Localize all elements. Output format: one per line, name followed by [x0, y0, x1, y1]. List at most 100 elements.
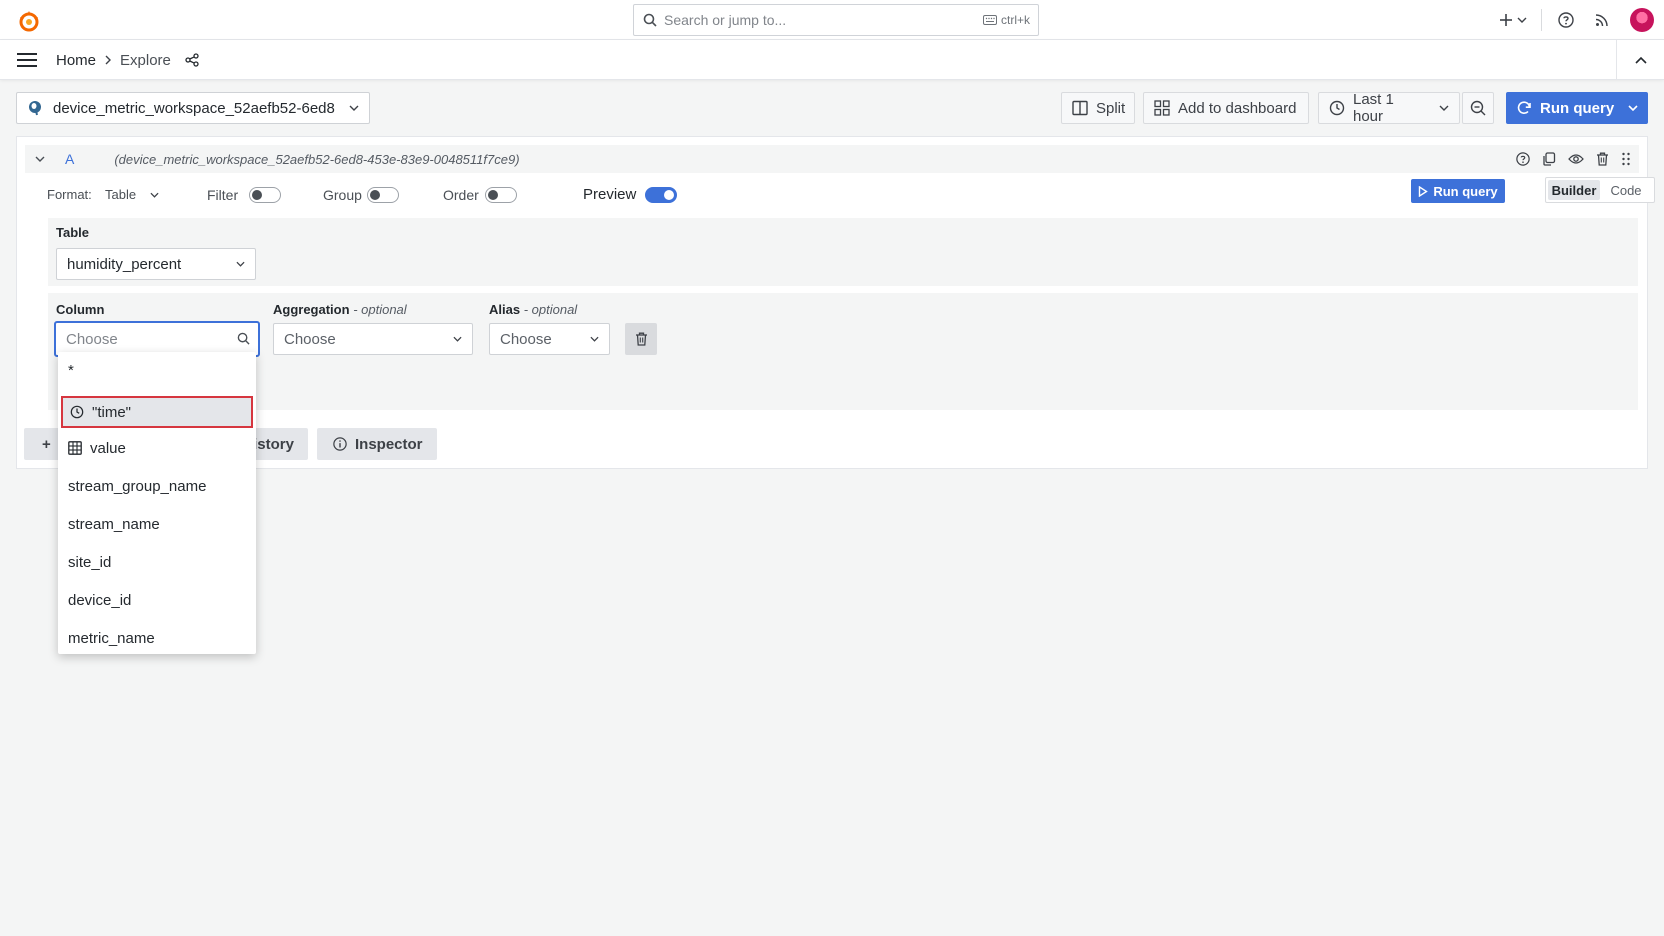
search-input[interactable] [662, 9, 962, 31]
option-label: stream_name [68, 515, 160, 533]
clock-icon [70, 405, 84, 419]
keyboard-shortcut-hint: ctrl+k [982, 13, 1030, 27]
filter-toggle[interactable] [249, 187, 281, 203]
chevron-up-icon [1634, 56, 1647, 64]
help-icon[interactable] [1516, 152, 1530, 166]
add-to-dashboard-button[interactable]: Add to dashboard [1143, 92, 1309, 124]
help-icon [1558, 12, 1574, 28]
option-label: site_id [68, 553, 112, 571]
collapse-query-icon[interactable] [35, 156, 45, 162]
column-option-stream-name[interactable]: stream_name [58, 506, 256, 542]
alias-label: Alias - optional [489, 302, 577, 317]
chevron-down-icon [349, 105, 359, 111]
column-option-site-id[interactable]: site_id [58, 544, 256, 580]
column-search-input[interactable] [64, 329, 224, 349]
option-label: * [68, 361, 74, 379]
option-label: "time" [92, 403, 131, 421]
aggregation-label: Aggregation - optional [273, 302, 407, 317]
run-query-button[interactable]: Run query [1506, 92, 1648, 124]
column-option-device-id[interactable]: device_id [58, 582, 256, 618]
preview-toggle[interactable] [645, 187, 677, 203]
remove-column-button[interactable] [625, 323, 657, 355]
column-option-value[interactable]: value [58, 430, 256, 466]
option-label: metric_name [68, 629, 155, 647]
preview-label: Preview [583, 186, 637, 203]
table-label: Table [56, 225, 89, 240]
trash-icon [635, 332, 648, 346]
column-option-stream-group-name[interactable]: stream_group_name [58, 468, 256, 504]
chevron-down-icon [453, 336, 462, 342]
alias-label-text: Alias [489, 302, 521, 317]
query-options-row: Format: Table Filter Group Order Preview [47, 181, 1647, 209]
alias-placeholder: Choose [500, 330, 552, 348]
share-icon[interactable] [185, 53, 199, 67]
aggregation-optional-text: - optional [353, 302, 407, 317]
query-inspector-button[interactable]: Inspector [317, 428, 437, 460]
duplicate-icon[interactable] [1542, 152, 1556, 166]
split-label: Split [1096, 99, 1126, 117]
alias-select[interactable]: Choose [489, 323, 610, 355]
breadcrumb-home[interactable]: Home [56, 52, 96, 69]
clock-icon [1329, 100, 1345, 116]
query-datasource-name: (device_metric_workspace_52aefb52-6ed8-4… [114, 151, 520, 167]
zoom-out-button[interactable] [1462, 92, 1494, 124]
split-button[interactable]: Split [1061, 92, 1135, 124]
table-select[interactable]: humidity_percent [56, 248, 256, 280]
chevron-down-icon [1517, 17, 1527, 23]
option-label: stream_group_name [68, 477, 207, 495]
aggregation-label-text: Aggregation [273, 302, 350, 317]
order-label: Order [443, 187, 479, 203]
datasource-picker[interactable]: device_metric_workspace_52aefb52-6ed8 [16, 92, 370, 124]
profile-button[interactable] [1620, 0, 1664, 40]
column-option-metric-name[interactable]: metric_name [58, 620, 256, 656]
query-ref-id[interactable]: A [65, 151, 74, 167]
time-range-picker[interactable]: Last 1 hour [1318, 91, 1460, 125]
query-row-header: A (device_metric_workspace_52aefb52-6ed8… [25, 145, 1639, 173]
trash-icon[interactable] [1596, 152, 1609, 166]
help-button[interactable] [1548, 0, 1584, 40]
breadcrumb: Home Explore [56, 40, 199, 80]
divider [1541, 9, 1542, 31]
group-label: Group [323, 187, 362, 203]
shortcut-text: ctrl+k [1000, 13, 1030, 27]
news-button[interactable] [1584, 0, 1620, 40]
plus-icon [1499, 13, 1513, 27]
refresh-icon [1516, 100, 1532, 116]
query-run-button[interactable]: Run query [1411, 179, 1505, 203]
column-dropdown-menu: * "time" value stream_group_name stream_… [58, 352, 256, 654]
table-section: Table humidity_percent [48, 218, 1638, 286]
format-label: Format: [47, 187, 92, 202]
chevron-right-icon [104, 55, 112, 65]
zoom-out-icon [1470, 100, 1486, 116]
aggregation-select[interactable]: Choose [273, 323, 473, 355]
code-mode-button[interactable]: Code [1600, 180, 1652, 200]
eye-icon[interactable] [1568, 153, 1584, 165]
editor-mode-toggle: Builder Code [1545, 177, 1655, 203]
column-section: Column Aggregation - optional Alias - op… [48, 293, 1638, 410]
top-bar: ctrl+k [0, 0, 1664, 40]
format-select[interactable]: Table [105, 187, 159, 202]
grafana-logo-icon[interactable] [16, 8, 42, 34]
add-to-dashboard-label: Add to dashboard [1178, 99, 1297, 117]
search-icon [643, 13, 657, 27]
explore-toolbar: device_metric_workspace_52aefb52-6ed8 Sp… [16, 91, 1648, 125]
collapse-nav-button[interactable] [1616, 40, 1664, 80]
drag-handle-icon[interactable] [1621, 152, 1631, 166]
search-bar[interactable]: ctrl+k [633, 4, 1039, 36]
chevron-down-icon[interactable] [1628, 105, 1638, 111]
play-icon [1418, 185, 1429, 197]
keyboard-icon [982, 15, 997, 25]
column-option-time[interactable]: "time" [61, 396, 253, 428]
table-grid-icon [68, 441, 82, 455]
builder-mode-button[interactable]: Builder [1548, 180, 1600, 200]
alias-optional-text: - optional [523, 302, 578, 317]
menu-icon[interactable] [16, 50, 38, 70]
column-option-star[interactable]: * [58, 352, 256, 388]
split-icon [1072, 100, 1088, 116]
option-label: value [90, 439, 126, 457]
order-toggle[interactable] [485, 187, 517, 203]
avatar [1630, 8, 1654, 32]
new-menu-button[interactable] [1491, 0, 1535, 40]
datasource-name: device_metric_workspace_52aefb52-6ed8 [53, 99, 335, 117]
group-toggle[interactable] [367, 187, 399, 203]
